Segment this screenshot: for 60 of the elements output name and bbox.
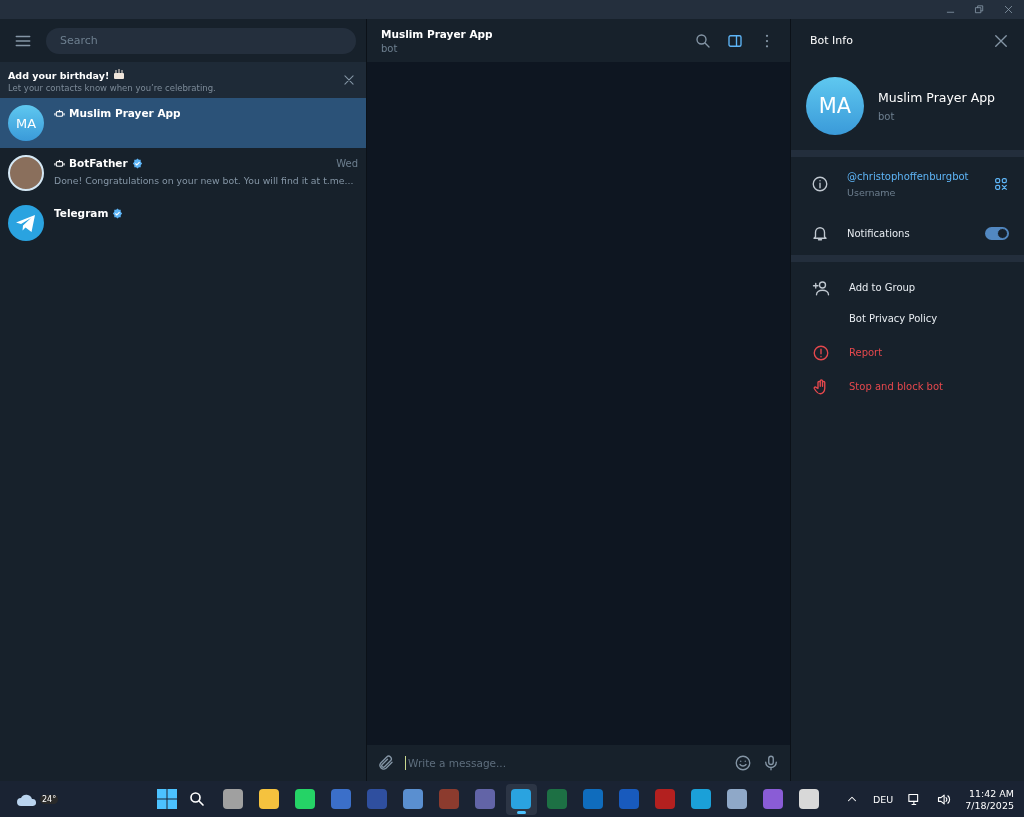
app-icon[interactable] [511,789,531,809]
app-icon[interactable] [295,789,315,809]
paperclip-icon[interactable] [377,754,395,772]
chat-item[interactable]: Telegram [0,198,366,248]
banner-subtitle: Let your contacts know when you’re celebrating. [8,82,217,93]
app-icon[interactable] [763,789,783,809]
chat-name: Telegram [54,207,109,219]
action-item[interactable]: Stop and block bot [849,381,1009,392]
banner-title: Add your birthday! [8,67,342,81]
app-icon[interactable] [691,789,711,809]
message-input[interactable]: Write a message... [405,756,724,770]
app-icon[interactable] [331,789,351,809]
action-item[interactable]: Add to Group [849,282,1009,293]
chat-status: bot [381,42,399,54]
clock-time[interactable]: 11:42 AM [968,787,1014,799]
chat-item[interactable]: BotFather Wed Done! Congratulations on your new bot. You will find it at t.me... [0,148,366,198]
chat-name: Muslim Prayer App [69,107,181,119]
chat-preview: Done! Congratulations on your new bot. You will find it at t.me... [54,175,355,186]
language-indicator[interactable]: DEU [873,793,894,805]
notifications-toggle[interactable] [985,226,1009,240]
app-icon[interactable] [583,789,603,809]
avatar: MA [806,77,864,135]
username-link[interactable]: @christophoffenburgbot [847,170,975,182]
info-icon [811,175,829,193]
add-user-icon [812,278,830,297]
photo-placeholder [8,155,44,191]
panel-title: Bot Info [810,34,853,47]
paper-plane-icon [8,205,44,241]
action-item[interactable]: Report [849,347,1009,358]
app-icon[interactable] [259,789,279,809]
windows-icon[interactable] [156,789,177,809]
notifications-label: Notifications [847,227,911,239]
close-icon[interactable] [1003,4,1014,15]
app-icon[interactable] [799,789,819,809]
alert-icon [812,343,830,362]
cake-icon [112,67,125,79]
smiley-icon[interactable] [734,754,752,772]
close-icon[interactable] [342,73,356,87]
chat-time: Wed [336,157,358,169]
username-label: Username [847,186,897,198]
clock-date[interactable]: 7/18/2025 [965,799,1014,811]
microphone-icon[interactable] [762,754,780,772]
app-icon[interactable] [403,789,423,809]
message-composer[interactable]: Write a message... [367,745,790,781]
app-icon[interactable] [475,789,495,809]
search-icon[interactable] [188,790,206,808]
restore-icon[interactable] [974,4,985,15]
chat-item[interactable]: MA Muslim Prayer App [0,98,366,148]
chat-name: BotFather [69,157,128,169]
temperature: 24° [40,794,59,804]
chat-title: Muslim Prayer App [381,27,494,40]
action-item[interactable]: Bot Privacy Policy [849,313,1009,324]
search-field[interactable]: Search [46,27,356,54]
avatar: MA [8,105,44,141]
app-icon[interactable] [727,789,747,809]
profile-status: bot [878,111,896,122]
bell-icon [811,224,829,242]
profile-name: Muslim Prayer App [878,90,996,105]
app-icon[interactable] [223,789,243,809]
qr-code-icon[interactable] [993,176,1009,192]
